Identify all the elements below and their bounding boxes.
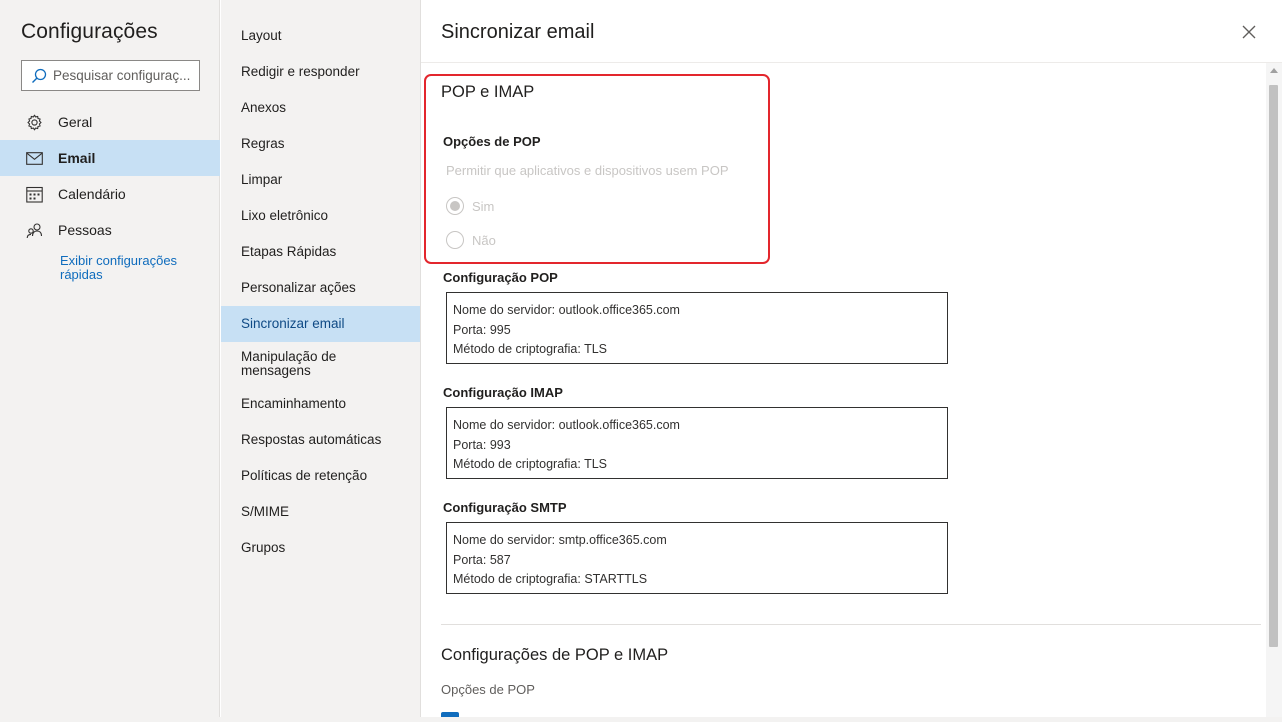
email-subcategories-pane: Layout Redigir e responder Anexos Regras… [221,0,421,722]
radio-sim[interactable]: Sim [446,197,494,215]
gear-icon [25,113,43,131]
smtp-port-line: Porta: 587 [453,552,511,567]
subnav-item-lixo-eletronico[interactable]: Lixo eletrônico [221,198,420,234]
smtp-config-label: Configuração SMTP [443,500,567,515]
close-button[interactable] [1239,22,1259,42]
subnav-item-politicas-retencao[interactable]: Políticas de retenção [221,458,420,494]
nav-label: Calendário [58,186,126,202]
subnav-item-redigir[interactable]: Redigir e responder [221,54,420,90]
settings-search-box[interactable] [21,60,200,91]
subnav-item-respostas-automaticas[interactable]: Respostas automáticas [221,422,420,458]
subnav-item-encaminhamento[interactable]: Encaminhamento [221,386,420,422]
header-divider [421,62,1282,63]
pop-config-box: Nome do servidor: outlook.office365.com … [446,292,948,364]
scrollbar-thumb[interactable] [1269,85,1278,647]
search-icon [32,68,47,83]
nav-item-geral[interactable]: Geral [0,104,220,140]
subnav-item-layout[interactable]: Layout [221,18,420,54]
imap-server-line: Nome do servidor: outlook.office365.com [453,418,680,432]
pop-port-line: Porta: 995 [453,322,511,337]
nav-item-calendario[interactable]: Calendário [0,176,220,212]
subnav-item-personalizar-acoes[interactable]: Personalizar ações [221,270,420,306]
page-title: Sincronizar email [441,21,595,43]
subnav-item-regras[interactable]: Regras [221,126,420,162]
radio-label: Sim [472,198,495,214]
subnav-item-anexos[interactable]: Anexos [221,90,420,126]
imap-config-box: Nome do servidor: outlook.office365.com … [446,407,948,479]
smtp-encryption-line: Método de criptografia: STARTTLS [453,572,648,586]
nav-label: Geral [58,114,93,130]
radio-label: Não [472,232,496,248]
imap-config-label: Configuração IMAP [443,385,563,400]
section-divider [441,624,1261,625]
pop-options-subheading: Opções de POP [441,682,535,697]
nav-label: Email [58,150,96,166]
radio-circle[interactable] [446,231,464,249]
bottom-edge [0,717,1282,722]
pop-permission-text: Permitir que aplicativos e dispositivos … [446,163,729,178]
mail-icon [25,149,43,167]
pop-imap-heading: POP e IMAP [441,83,535,101]
subnav-item-manipulacao-mensagens[interactable]: Manipulação de mensagens [221,342,381,386]
subnav-item-limpar[interactable]: Limpar [221,162,420,198]
vertical-scrollbar[interactable] [1266,63,1282,722]
quick-settings-link[interactable]: Exibir configurações rápidas [60,254,210,282]
nav-label: Pessoas [58,222,112,238]
settings-dialog: Configurações Geral [0,0,1282,722]
nav-item-email[interactable]: Email [0,140,220,176]
sync-email-content: Sincronizar email POP e IMAP Opções de P… [421,0,1282,722]
scroll-up-arrow-icon[interactable] [1270,68,1278,73]
pop-options-label: Opções de POP [443,134,541,149]
pop-imap-settings-heading: Configurações de POP e IMAP [441,646,669,664]
pop-encryption-line: Método de criptografia: TLS [453,342,608,356]
radio-circle[interactable] [446,197,464,215]
people-icon [25,221,43,239]
nav-item-pessoas[interactable]: Pessoas [0,212,220,248]
subnav-item-etapas-rapidas[interactable]: Etapas Rápidas [221,234,420,270]
subnav-item-grupos[interactable]: Grupos [221,530,420,566]
pop-config-label: Configuração POP [443,270,558,285]
radio-dot [450,201,460,211]
subnav-item-sincronizar-email[interactable]: Sincronizar email [221,306,420,342]
smtp-server-line: Nome do servidor: smtp.office365.com [453,533,667,547]
search-input[interactable] [53,68,193,83]
radio-nao[interactable]: Não [446,231,496,249]
close-icon [1242,25,1256,39]
calendar-icon [25,185,43,203]
imap-encryption-line: Método de criptografia: TLS [453,457,608,471]
settings-categories-pane: Configurações Geral [0,0,220,722]
settings-title: Configurações [21,20,158,43]
imap-port-line: Porta: 993 [453,437,511,452]
smtp-config-box: Nome do servidor: smtp.office365.com Por… [446,522,948,594]
subnav-item-smime[interactable]: S/MIME [221,494,420,530]
pop-server-line: Nome do servidor: outlook.office365.com [453,303,680,317]
